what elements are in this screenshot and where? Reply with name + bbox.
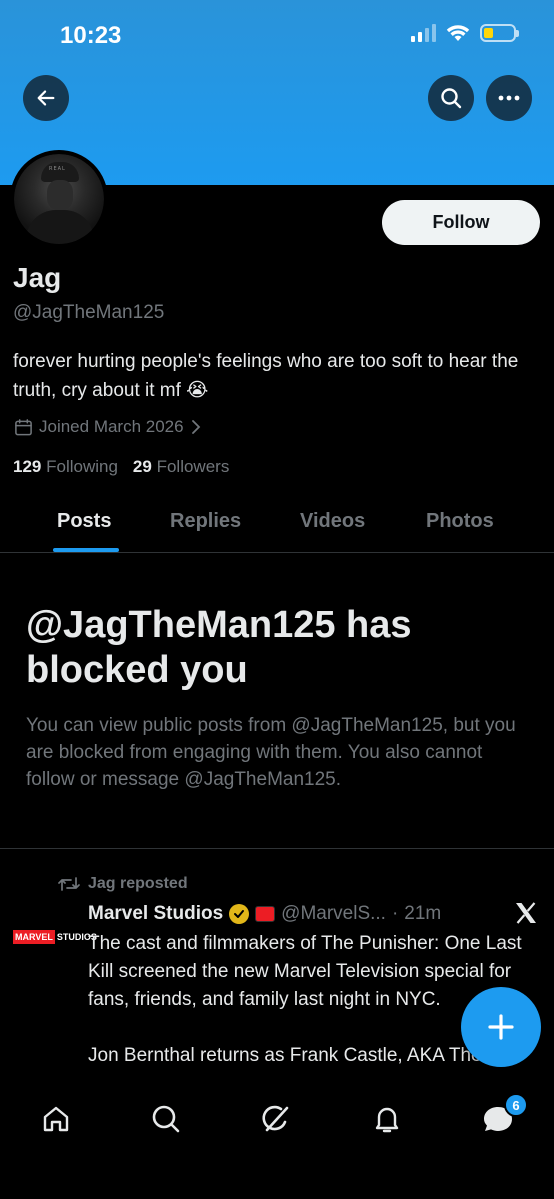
post-author[interactable]: Marvel Studios bbox=[88, 903, 223, 925]
joined-text: Joined March 2026 bbox=[39, 417, 184, 436]
repost-icon bbox=[58, 877, 80, 891]
battery-icon bbox=[480, 24, 519, 42]
x-logo-icon[interactable] bbox=[513, 900, 539, 926]
tab-posts[interactable]: Posts bbox=[57, 510, 111, 533]
logo-text-marvel: MARVEL bbox=[13, 930, 55, 944]
post-separator: · bbox=[391, 903, 399, 924]
profile-handle: @JagTheMan125 bbox=[13, 302, 165, 323]
more-icon bbox=[498, 95, 520, 101]
messages-badge: 6 bbox=[504, 1093, 528, 1117]
followers-link[interactable]: 29 Followers bbox=[133, 457, 229, 477]
profile-name: Jag bbox=[13, 262, 62, 293]
divider bbox=[0, 848, 554, 849]
follow-button[interactable]: Follow bbox=[382, 200, 540, 245]
nav-home[interactable] bbox=[36, 1099, 76, 1139]
wifi-icon bbox=[446, 25, 470, 41]
explore-icon bbox=[152, 1105, 180, 1133]
repost-label: Jag reposted bbox=[88, 875, 188, 892]
search-icon bbox=[441, 88, 462, 109]
repost-indicator: Jag reposted bbox=[58, 875, 188, 893]
post-time: 21m bbox=[404, 903, 442, 924]
avatar-cap-text: REAL bbox=[49, 166, 66, 172]
chevron-right-icon bbox=[191, 420, 200, 434]
back-arrow-icon bbox=[37, 90, 55, 106]
profile-counts: 129 Following 29 Followers bbox=[13, 457, 229, 477]
search-button[interactable] bbox=[428, 75, 474, 121]
more-button[interactable] bbox=[486, 75, 532, 121]
back-button[interactable] bbox=[23, 75, 69, 121]
grok-icon bbox=[262, 1105, 289, 1132]
blocked-title: @JagTheMan125 has blocked you bbox=[26, 604, 412, 691]
post-handle: @MarvelS... bbox=[281, 903, 386, 924]
signal-icon bbox=[411, 24, 436, 42]
tab-indicator bbox=[53, 548, 119, 552]
status-icons bbox=[411, 24, 519, 42]
tab-photos[interactable]: Photos bbox=[426, 510, 494, 533]
nav-explore[interactable] bbox=[146, 1099, 186, 1139]
affiliation-badge-icon bbox=[255, 906, 276, 922]
compose-post-button[interactable] bbox=[461, 987, 541, 1067]
nav-grok[interactable] bbox=[256, 1099, 296, 1139]
status-time: 10:23 bbox=[60, 22, 122, 49]
avatar[interactable]: REAL bbox=[10, 150, 108, 248]
bell-icon bbox=[375, 1107, 399, 1133]
profile-bio: forever hurting people's feelings who ar… bbox=[13, 351, 519, 401]
home-icon bbox=[43, 1106, 69, 1132]
tab-replies[interactable]: Replies bbox=[170, 510, 241, 533]
profile-tabs: Posts Replies Videos Photos bbox=[0, 500, 554, 553]
verified-icon bbox=[229, 904, 250, 924]
joined-date[interactable]: Joined March 2026 bbox=[14, 417, 202, 437]
calendar-icon bbox=[15, 418, 32, 435]
tab-videos[interactable]: Videos bbox=[300, 510, 365, 533]
blocked-description: You can view public posts from @JagTheMa… bbox=[26, 715, 516, 790]
marvel-studios-avatar[interactable]: MARVEL STUDIOS bbox=[13, 930, 97, 944]
following-link[interactable]: 129 Following bbox=[13, 457, 118, 477]
nav-notifications[interactable] bbox=[367, 1099, 407, 1139]
post-header: Marvel Studios @MarvelS... · 21m bbox=[88, 903, 488, 925]
plus-icon bbox=[488, 1014, 514, 1040]
bottom-nav bbox=[0, 1085, 554, 1199]
